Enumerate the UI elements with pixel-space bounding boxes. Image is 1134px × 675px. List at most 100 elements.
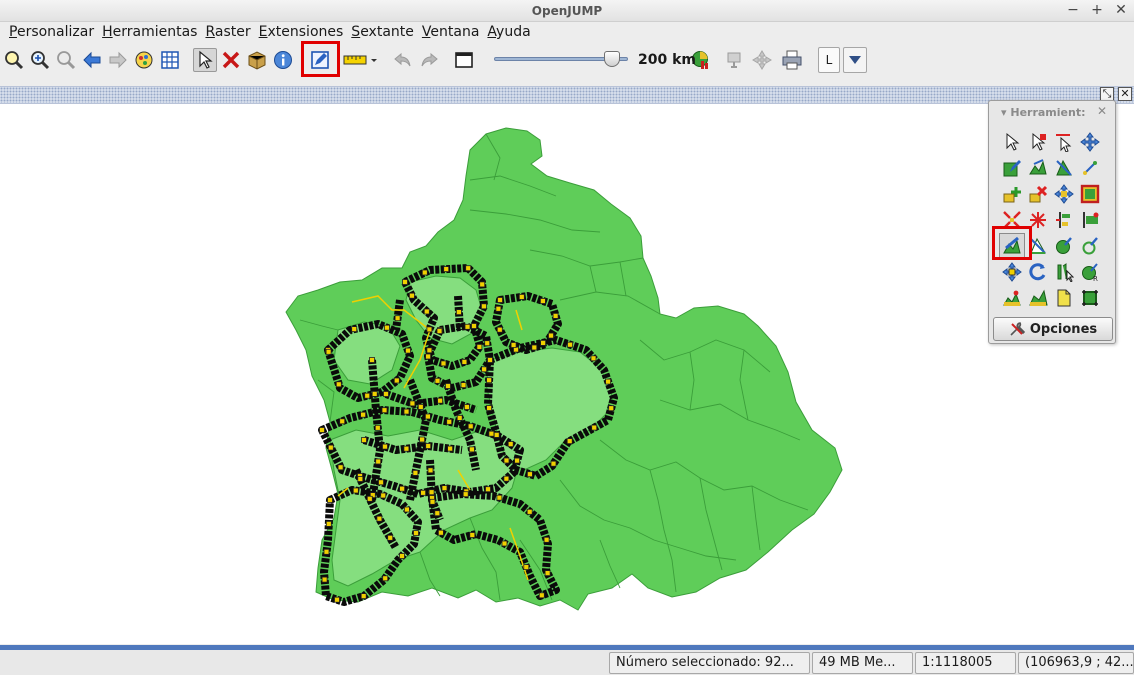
vertex-marker xyxy=(468,446,475,453)
extend-icon[interactable] xyxy=(1077,207,1103,233)
pan-back-icon[interactable] xyxy=(80,48,104,72)
menu-extensiones[interactable]: Extensiones xyxy=(255,24,348,40)
scale-slider-thumb[interactable] xyxy=(604,51,620,67)
options-button[interactable]: Opciones xyxy=(993,317,1113,341)
redo-icon[interactable] xyxy=(417,48,441,72)
info-icon[interactable] xyxy=(271,48,295,72)
draw-curve-icon[interactable] xyxy=(1077,233,1103,259)
vertex-marker xyxy=(325,348,332,355)
vertex-marker xyxy=(412,469,419,476)
vertex-marker xyxy=(471,323,477,329)
zoom-out-icon[interactable] xyxy=(54,48,78,72)
edit-toolbox-icon[interactable] xyxy=(308,48,332,72)
delete-vertex-icon[interactable] xyxy=(1025,181,1051,207)
vertex-marker xyxy=(436,328,443,335)
split-icon[interactable] xyxy=(999,207,1025,233)
vertex-marker xyxy=(413,530,419,536)
close-view-icon[interactable]: ✕ xyxy=(1118,87,1132,101)
align-icon[interactable] xyxy=(1051,207,1077,233)
menu-ayuda[interactable]: Ayuda xyxy=(483,24,534,40)
pan-forward-icon[interactable] xyxy=(106,48,130,72)
cursor-coordinates: (106963,9 ; 42... xyxy=(1018,652,1134,674)
scale-feature-icon[interactable] xyxy=(1051,259,1077,285)
window-title: OpenJUMP xyxy=(531,4,603,18)
vertex-marker xyxy=(327,497,333,503)
vertex-marker xyxy=(382,575,389,582)
select-part-icon[interactable] xyxy=(1025,129,1051,155)
vertex-marker xyxy=(445,383,451,389)
vertex-marker xyxy=(440,360,447,367)
bounding-box-icon[interactable] xyxy=(1077,285,1103,311)
draw-linestring-icon[interactable] xyxy=(1025,155,1051,181)
vertex-marker xyxy=(540,298,546,304)
maximize-button[interactable]: + xyxy=(1090,2,1104,18)
add-vertex-icon[interactable] xyxy=(999,181,1025,207)
draw-rectangle-icon[interactable] xyxy=(999,155,1025,181)
grid-icon[interactable] xyxy=(158,48,182,72)
select-line-string-icon[interactable] xyxy=(1051,129,1077,155)
select-feature-icon[interactable] xyxy=(999,129,1025,155)
print-icon[interactable] xyxy=(723,48,747,72)
cut-feature-icon[interactable] xyxy=(1051,155,1077,181)
map-canvas[interactable] xyxy=(0,104,1134,644)
window-icon[interactable] xyxy=(452,48,476,72)
minimize-button[interactable]: − xyxy=(1066,2,1080,18)
menu-ventana[interactable]: Ventana xyxy=(418,24,484,40)
menu-bar: Personalizar Herramientas Raster Extensi… xyxy=(0,22,1134,42)
draw-arc-icon[interactable] xyxy=(1025,233,1051,259)
zoom-in-icon[interactable] xyxy=(2,48,26,72)
draw-polygon-icon[interactable] xyxy=(999,233,1025,259)
auto-complete-icon[interactable]: R xyxy=(1077,259,1103,285)
draw-circle-icon[interactable] xyxy=(1051,233,1077,259)
palette-title-text: Herramient: xyxy=(1010,106,1086,119)
printer-icon[interactable] xyxy=(780,48,804,72)
vertex-marker xyxy=(479,281,486,288)
delete-red-x-icon[interactable] xyxy=(219,48,243,72)
vertex-marker xyxy=(486,405,493,411)
openjump-window: OpenJUMP − + ✕ Personalizar Herramientas… xyxy=(0,0,1134,675)
move-selection-icon[interactable] xyxy=(999,259,1025,285)
vertex-marker xyxy=(325,521,332,527)
fill-polygon-icon[interactable] xyxy=(999,285,1025,311)
vertex-marker xyxy=(486,377,493,384)
draw-box-icon[interactable] xyxy=(1077,181,1103,207)
package-icon[interactable] xyxy=(245,48,269,72)
window-controls: − + ✕ xyxy=(1066,2,1128,18)
move-vertex-icon[interactable] xyxy=(1077,129,1103,155)
restore-view-icon[interactable]: ⤡ xyxy=(1100,87,1114,101)
merge-icon[interactable] xyxy=(1025,207,1051,233)
vertex-marker xyxy=(538,592,545,599)
move-cross-icon[interactable] xyxy=(750,48,774,72)
vertex-marker xyxy=(420,489,427,496)
draw-point-icon[interactable] xyxy=(1025,285,1051,311)
layer-dropdown-button[interactable] xyxy=(843,47,867,73)
vertex-marker xyxy=(480,303,487,310)
move-feature-icon[interactable] xyxy=(1051,181,1077,207)
wrench-icon xyxy=(1010,322,1025,336)
snap-vertex-icon[interactable] xyxy=(1077,155,1103,181)
menu-raster[interactable]: Raster xyxy=(201,24,254,40)
rotate-icon[interactable] xyxy=(1025,259,1051,285)
menu-personalizar[interactable]: Personalizar xyxy=(5,24,98,40)
menu-herramientas[interactable]: Herramientas xyxy=(98,24,201,40)
vertex-marker xyxy=(364,392,371,399)
zoom-plus-icon[interactable] xyxy=(28,48,52,72)
vertex-marker xyxy=(366,495,373,502)
vertex-marker xyxy=(337,464,344,471)
close-window-button[interactable]: ✕ xyxy=(1114,2,1128,18)
scale-slider[interactable] xyxy=(494,51,628,67)
palette-close-icon[interactable]: ✕ xyxy=(1097,104,1107,118)
undo-icon[interactable] xyxy=(391,48,415,72)
new-layer-icon[interactable] xyxy=(1051,285,1077,311)
vertex-marker xyxy=(319,427,325,433)
vertex-marker xyxy=(485,486,491,493)
select-arrow-icon[interactable] xyxy=(193,48,217,72)
menu-sextante[interactable]: Sextante xyxy=(347,24,418,40)
vertex-marker xyxy=(495,305,502,312)
vertex-marker xyxy=(441,485,448,492)
layer-letter-box[interactable]: L xyxy=(818,47,840,73)
measure-ruler-icon[interactable] xyxy=(342,48,378,72)
layer-view-icon[interactable] xyxy=(132,48,156,72)
vertex-marker xyxy=(456,414,463,421)
vertex-marker xyxy=(339,418,346,425)
